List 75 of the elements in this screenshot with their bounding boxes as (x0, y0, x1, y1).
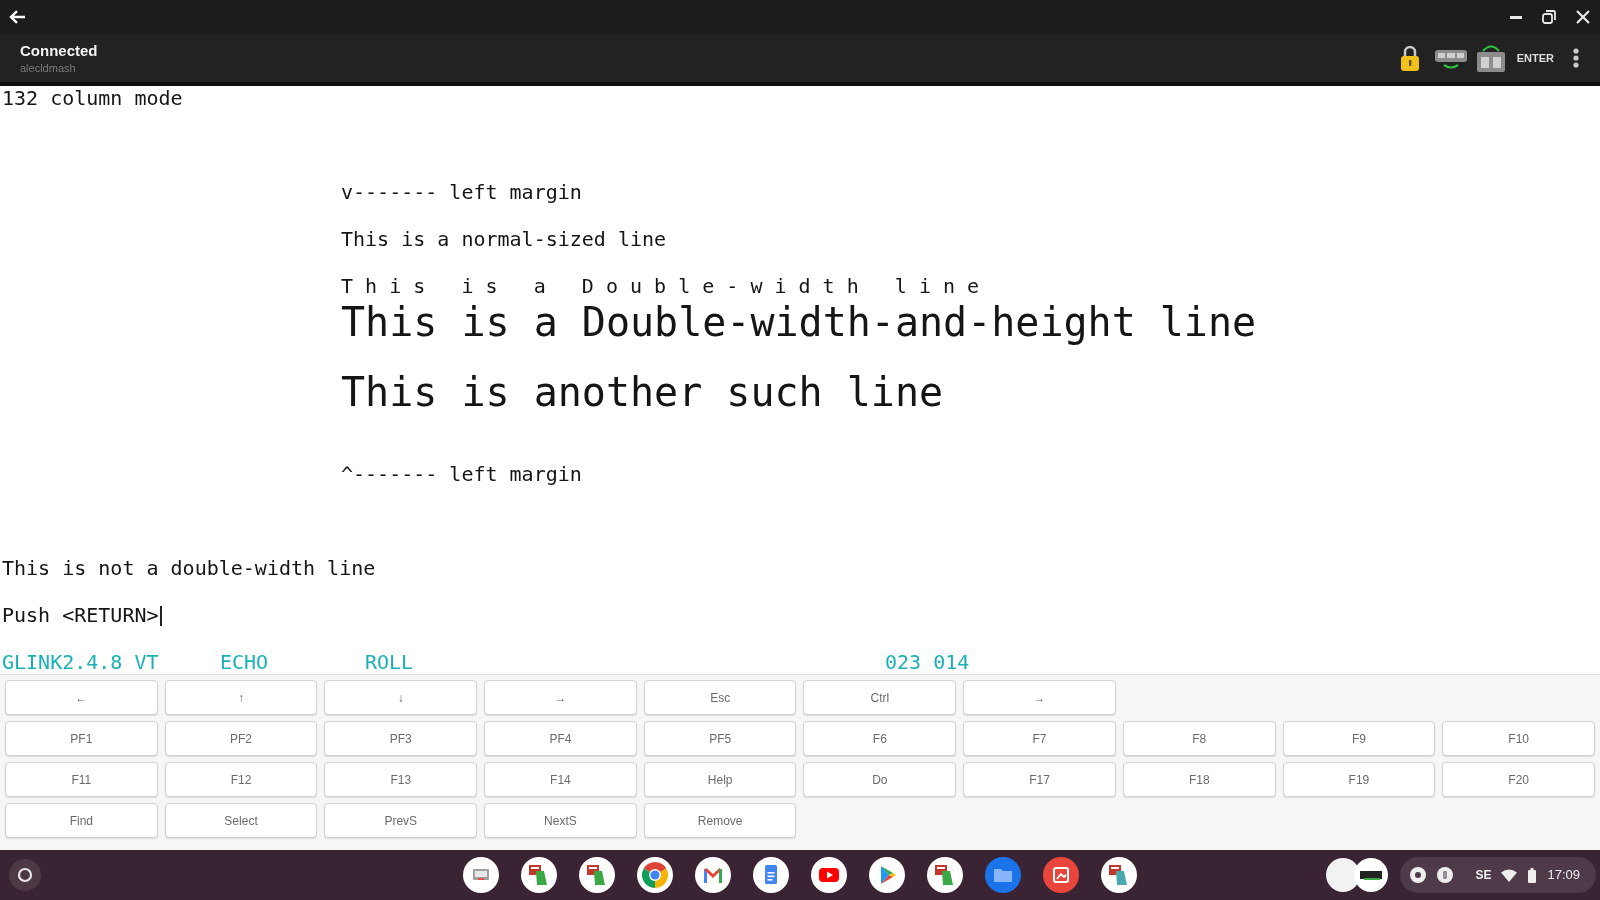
wifi-icon (1501, 868, 1518, 882)
app-icon[interactable] (579, 857, 615, 893)
key-button[interactable]: PF2 (164, 721, 318, 756)
key-button[interactable]: ↓ (324, 680, 478, 715)
key-button[interactable]: PF3 (324, 721, 478, 756)
circle-dot-icon (1410, 867, 1427, 883)
terminal-line: This is another such line (341, 369, 944, 416)
terminal-line: This is a Double-width-and-height line (341, 298, 1257, 346)
key-button[interactable]: PrevS (324, 803, 478, 838)
avatar-icon[interactable] (1326, 858, 1389, 892)
key-button[interactable]: NextS (484, 803, 637, 838)
key-button[interactable]: Remove (643, 803, 797, 838)
key-button[interactable]: F7 (963, 721, 1116, 756)
video-play-icon[interactable] (811, 857, 847, 893)
key-button[interactable]: F10 (1442, 721, 1595, 756)
key-button[interactable]: ↑ (164, 680, 318, 715)
terminal-line: This is a normal-sized line (341, 228, 667, 252)
key-button[interactable]: → (963, 680, 1116, 715)
terminal-line: 132 column mode (2, 87, 183, 111)
status-echo: ECHO (220, 650, 270, 674)
connection-status: Connected (20, 42, 98, 60)
key-button[interactable]: PF4 (484, 721, 637, 756)
status-program: GLINK2.4.8 VT (2, 650, 160, 674)
key-button[interactable]: F20 (1442, 762, 1595, 797)
key-button[interactable]: F11 (5, 762, 158, 797)
key-button[interactable]: Ctrl (803, 680, 957, 715)
keyboard-layout: SE (1475, 867, 1492, 884)
screen-app-icon[interactable] (463, 857, 499, 893)
status-cursor-position: 023 014 (885, 650, 970, 674)
clock-time: 17:09 (1547, 866, 1580, 885)
battery-icon (1528, 867, 1537, 883)
key-button[interactable]: F13 (324, 762, 478, 797)
key-button[interactable]: Esc (643, 680, 797, 715)
enter-button[interactable]: ENTER (1516, 51, 1554, 65)
terminal-line: ^------- left margin (341, 463, 582, 487)
back-icon[interactable] (9, 10, 25, 24)
key-button[interactable]: Do (803, 762, 957, 797)
close-icon[interactable] (1576, 10, 1590, 24)
app-icon[interactable] (1101, 857, 1137, 893)
key-button[interactable]: PF1 (5, 721, 158, 756)
key-button[interactable]: F19 (1282, 762, 1436, 797)
key-button[interactable]: Help (643, 762, 797, 797)
app-icon[interactable] (927, 857, 963, 893)
document-icon[interactable] (753, 857, 789, 893)
mail-icon[interactable] (695, 857, 731, 893)
terminal-line: This is a Double-width line (341, 275, 992, 299)
minimize-icon[interactable] (1510, 15, 1522, 19)
key-button[interactable]: F18 (1122, 762, 1276, 797)
square-app-icon[interactable] (1043, 857, 1079, 893)
key-button[interactable]: F8 (1122, 721, 1276, 756)
color-ring-icon[interactable] (637, 857, 673, 893)
restore-icon[interactable] (1542, 10, 1556, 24)
folder-icon[interactable] (985, 857, 1021, 893)
app-icon[interactable] (521, 857, 557, 893)
key-button[interactable]: Select (164, 803, 318, 838)
key-button[interactable]: PF5 (643, 721, 797, 756)
key-button[interactable]: F9 (1282, 721, 1436, 756)
system-tray[interactable]: SE 17:09 (1400, 857, 1596, 893)
key-button[interactable]: Find (5, 803, 158, 838)
circle-icon (1437, 867, 1454, 883)
device-icon[interactable] (1475, 43, 1506, 73)
lock-icon[interactable] (1399, 45, 1420, 71)
key-button[interactable]: F6 (803, 721, 957, 756)
more-icon[interactable] (1573, 48, 1579, 68)
host-name: alecldmash (20, 61, 77, 76)
terminal-line: v------- left margin (341, 181, 582, 205)
key-button[interactable]: → (484, 680, 637, 715)
key-button[interactable]: F14 (484, 762, 637, 797)
status-scroll: ROLL (365, 650, 415, 674)
key-button[interactable]: ← (5, 680, 158, 715)
terminal-line: Push <RETURN> (2, 604, 159, 628)
launcher-icon[interactable] (9, 859, 41, 891)
key-button[interactable]: F12 (164, 762, 318, 797)
terminal-line: This is not a double-width line (2, 557, 376, 581)
key-button[interactable]: F17 (963, 762, 1116, 797)
